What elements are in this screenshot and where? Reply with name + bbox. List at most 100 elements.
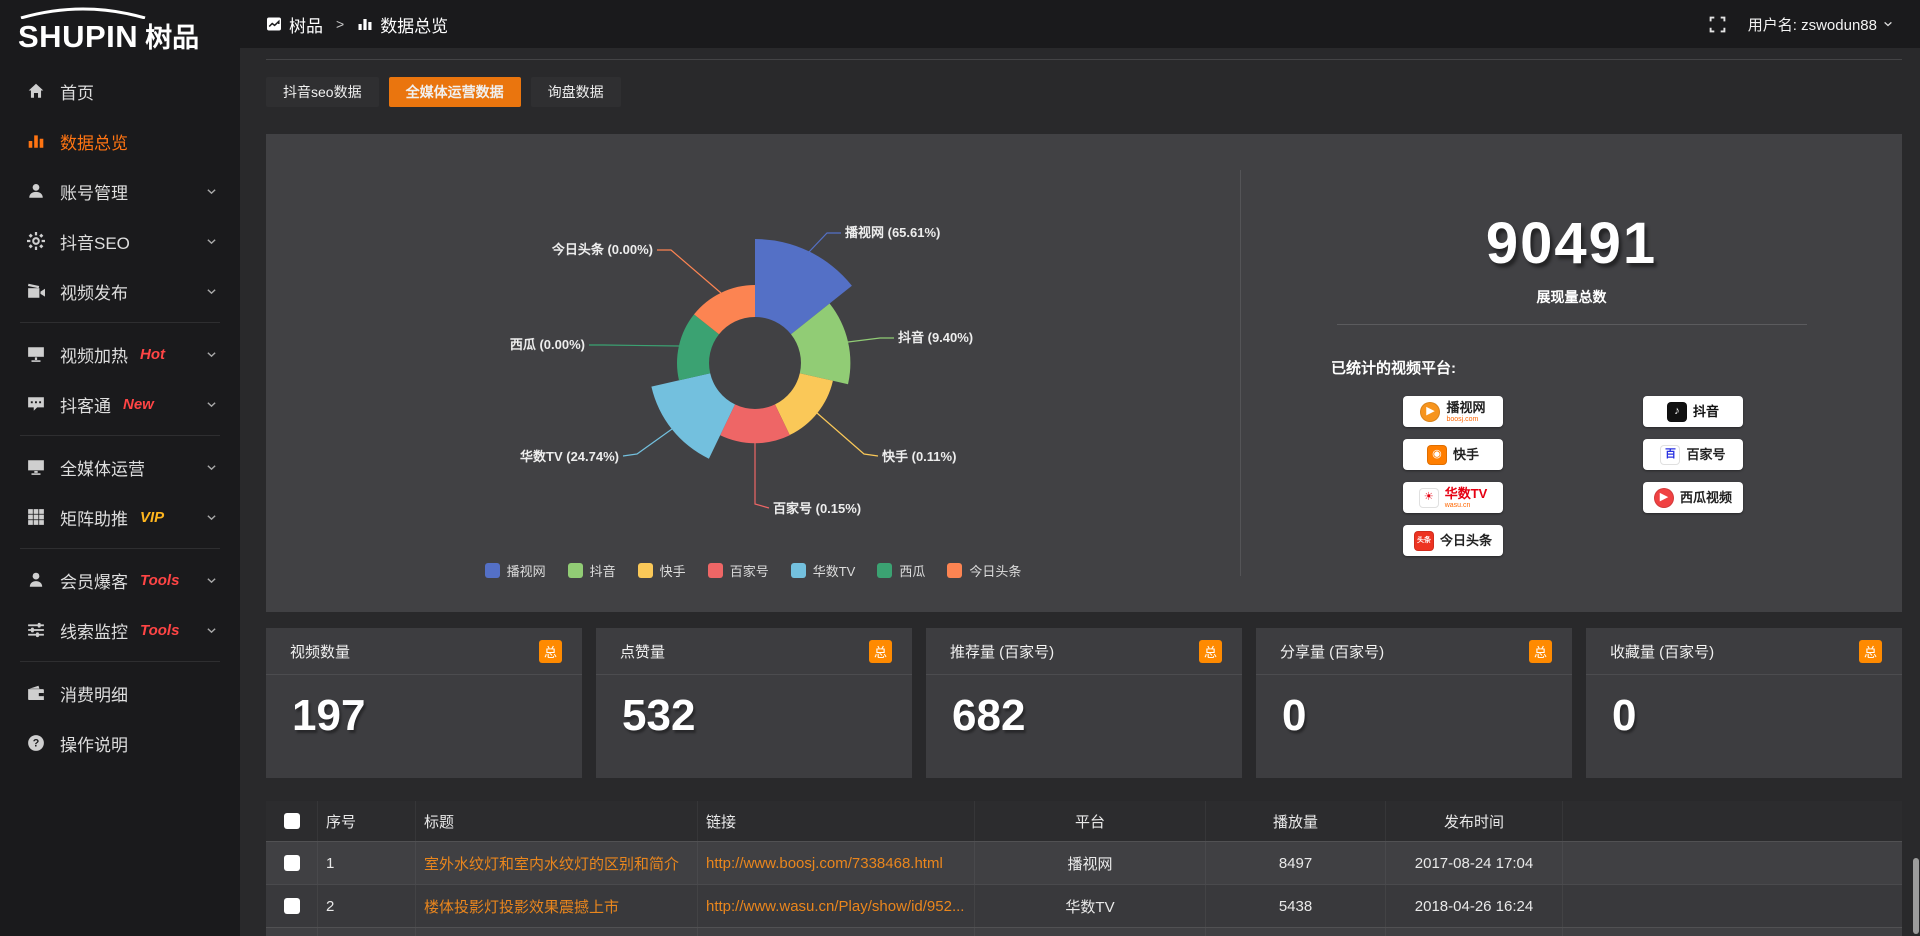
chevron-down-icon (205, 348, 218, 361)
pie-label: 快手 (0.11%) (882, 449, 956, 464)
sidebar-item[interactable]: 首页 (0, 66, 240, 116)
sidebar-item[interactable]: 矩阵助推 VIP (0, 492, 240, 542)
page-scrollbar-thumb[interactable] (1913, 858, 1919, 934)
platform-badge[interactable]: ▶ 播视网 boosj.com (1403, 396, 1503, 427)
platform-badge[interactable]: ◉ 快手 (1403, 439, 1503, 470)
video-url-link[interactable]: http://www.wasu.cn/Play/show/id/952... (698, 885, 975, 927)
platform-logo-icon: ♪ (1667, 402, 1687, 422)
row-index: 2 (318, 885, 416, 927)
legend-swatch (877, 563, 892, 578)
tab[interactable]: 询盘数据 (531, 77, 621, 107)
sidebar-item[interactable]: 全媒体运营 (0, 442, 240, 492)
platform-badge[interactable]: 百 百家号 (1643, 439, 1743, 470)
sidebar-item[interactable]: 视频发布 (0, 266, 240, 316)
sidebar-item-label: 线索监控 (60, 618, 128, 643)
legend-item[interactable]: 播视网 (485, 561, 546, 580)
tab[interactable]: 全媒体运营数据 (389, 77, 521, 107)
platform-badge[interactable]: ☀ 华数TV wasu.cn (1403, 482, 1503, 513)
overview-panel: 播视网 (65.61%)抖音 (9.40%)快手 (0.11%)百家号 (0.1… (266, 134, 1902, 612)
sidebar-item[interactable]: 会员爆客 Tools (0, 555, 240, 605)
stat-card-title: 分享量 (百家号) (1280, 641, 1384, 662)
platform-badge[interactable]: 头条 今日头条 (1403, 525, 1503, 556)
sidebar-item[interactable]: 抖客通 New (0, 379, 240, 429)
video-title-link[interactable]: 室外水纹灯和室内水纹灯的区别和简介 (416, 842, 698, 884)
total-badge[interactable]: 总 (1529, 640, 1552, 663)
row-published: 2018-04-26 16:24 (1386, 885, 1563, 927)
sidebar-item-badge: Tools (140, 622, 179, 639)
sidebar-item[interactable]: 视频加热 Hot (0, 329, 240, 379)
topbar: 树品 > 数据总览 用户名: zswodun88 (240, 0, 1920, 48)
sidebar-item-badge: Hot (140, 346, 165, 363)
total-badge[interactable]: 总 (539, 640, 562, 663)
legend-label: 快手 (660, 561, 686, 580)
row-checkbox[interactable] (284, 855, 300, 871)
legend-item[interactable]: 抖音 (568, 561, 616, 580)
chevron-down-icon (1882, 18, 1894, 30)
legend-item[interactable]: 今日头条 (947, 561, 1021, 580)
platform-name: 播视网 (1446, 401, 1485, 414)
row-checkbox[interactable] (284, 898, 300, 914)
sidebar-item[interactable]: 抖音SEO (0, 216, 240, 266)
page-content: 抖音seo数据 全媒体运营数据 询盘数据 播视网 (65.61%)抖音 (9.4… (240, 48, 1920, 936)
sidebar-menu: 首页 数据总览 账号管理 抖音SEO (0, 66, 240, 768)
platform-badge[interactable]: ♪ 抖音 (1643, 396, 1743, 427)
svg-text:?: ? (33, 738, 40, 750)
legend-label: 西瓜 (899, 561, 925, 580)
total-badge[interactable]: 总 (1859, 640, 1882, 663)
platform-logo-icon: ▶ (1654, 488, 1674, 508)
total-badge[interactable]: 总 (869, 640, 892, 663)
table-row: 2 楼体投影灯投影效果震撼上市 http://www.wasu.cn/Play/… (266, 884, 1902, 927)
select-all-checkbox[interactable] (284, 813, 300, 829)
data-tabs: 抖音seo数据 全媒体运营数据 询盘数据 (266, 77, 1902, 107)
legend-item[interactable]: 华数TV (791, 561, 856, 580)
pie-label-line (623, 429, 672, 456)
breadcrumb: 树品 > 数据总览 (266, 12, 448, 37)
video-url-link[interactable]: http://www.boosj.com/7338468.html (698, 842, 975, 884)
platform-badges: ▶ 播视网 boosj.com ♪ (1403, 396, 1902, 556)
stat-card-value: 0 (1256, 675, 1572, 741)
sidebar-divider (20, 661, 220, 662)
stat-card-title: 收藏量 (百家号) (1610, 641, 1714, 662)
stat-card: 点赞量 总 532 (596, 628, 912, 778)
grid-icon (27, 508, 45, 526)
legend-item[interactable]: 百家号 (708, 561, 769, 580)
breadcrumb-root[interactable]: 树品 (289, 12, 323, 37)
platform-name: 快手 (1453, 448, 1479, 461)
bar-chart-icon (27, 132, 45, 150)
platform-badge[interactable]: ▶ 西瓜视频 (1643, 482, 1743, 513)
stat-card-value: 0 (1586, 675, 1902, 741)
row-index: 1 (318, 842, 416, 884)
topbar-divider (266, 59, 1902, 60)
legend-item[interactable]: 快手 (638, 561, 686, 580)
sidebar-item[interactable]: 消费明细 (0, 668, 240, 718)
username-label: 用户名: zswodun88 (1748, 14, 1877, 35)
sidebar-item[interactable]: 账号管理 (0, 166, 240, 216)
tab[interactable]: 抖音seo数据 (266, 77, 379, 107)
stat-card: 推荐量 (百家号) 总 682 (926, 628, 1242, 778)
legend-swatch (568, 563, 583, 578)
platforms-heading: 已统计的视频平台: (1331, 357, 1902, 378)
fullscreen-icon[interactable] (1709, 16, 1726, 33)
sidebar-item-badge: New (123, 396, 154, 413)
stat-card-value: 532 (596, 675, 912, 741)
total-badge[interactable]: 总 (1199, 640, 1222, 663)
stat-card: 收藏量 (百家号) 总 0 (1586, 628, 1902, 778)
legend-item[interactable]: 西瓜 (877, 561, 925, 580)
sidebar-item[interactable]: 线索监控 Tools (0, 605, 240, 655)
sidebar-item-label: 首页 (60, 79, 94, 104)
sidebar-item-label: 账号管理 (60, 179, 128, 204)
video-title-link[interactable]: 楼体投影灯投影效果震撼上市 (416, 885, 698, 927)
pie-label-line (589, 345, 679, 346)
sidebar-item[interactable]: 数据总览 (0, 116, 240, 166)
table-header-row: 序号 标题 链接 平台 播放量 发布时间 (266, 801, 1902, 841)
chevron-down-icon (205, 235, 218, 248)
row-views: 8497 (1206, 842, 1386, 884)
videos-table: 序号 标题 链接 平台 播放量 发布时间 1 室外水纹灯和室内水纹灯的区别和简介… (266, 801, 1902, 936)
rose-pie-chart: 播视网 (65.61%)抖音 (9.40%)快手 (0.11%)百家号 (0.1… (266, 134, 1240, 574)
user-menu[interactable]: 用户名: zswodun88 (1748, 14, 1894, 35)
pie-slice-华数TV[interactable] (651, 373, 735, 459)
chart-legend: 播视网 抖音 快手 (266, 561, 1240, 580)
col-header-title: 标题 (416, 801, 698, 841)
sidebar-item[interactable]: ? 操作说明 (0, 718, 240, 768)
logo-arc (17, 7, 149, 19)
